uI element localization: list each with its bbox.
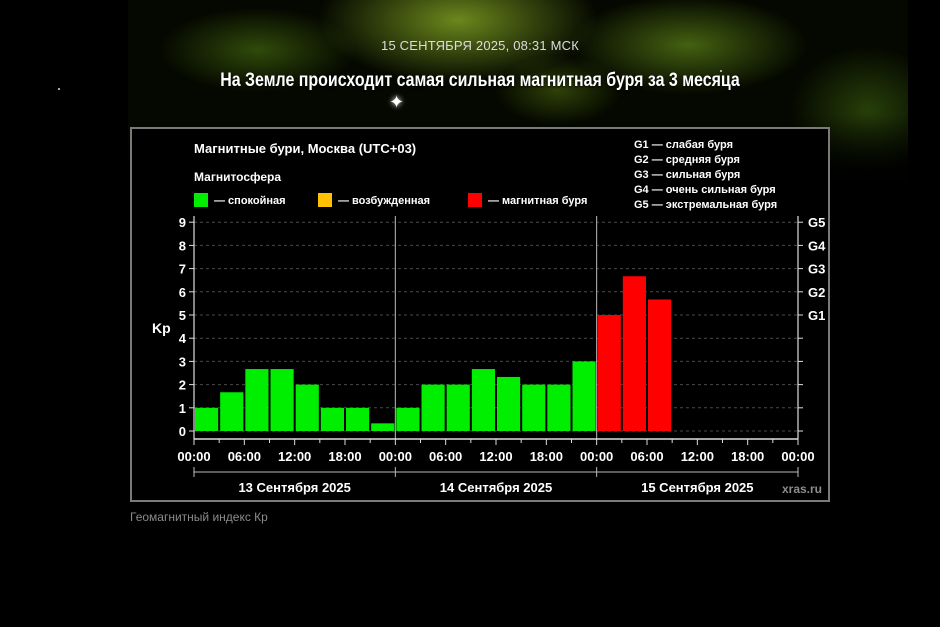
y-tick-label: 1: [179, 401, 186, 416]
g-scale-item: G2 — средняя буря: [634, 154, 740, 166]
day-label: 14 Сентября 2025: [440, 480, 552, 495]
g-scale-item: G3 — сильная буря: [634, 169, 740, 181]
x-tick-label: 06:00: [630, 449, 663, 464]
x-tick-label: 18:00: [328, 449, 361, 464]
g-axis-label: G3: [808, 262, 825, 277]
legend-title: Магнитосфера: [194, 170, 281, 184]
kp-bar: [421, 384, 445, 431]
x-tick-label: 06:00: [429, 449, 462, 464]
kp-bar: [446, 384, 470, 431]
y-tick-label: 6: [179, 285, 186, 300]
kp-bar: [295, 384, 319, 431]
x-tick-label: 00:00: [177, 449, 210, 464]
x-tick-label: 00:00: [781, 449, 814, 464]
g-scale-item: G1 — слабая буря: [634, 139, 733, 151]
kp-bar: [497, 376, 521, 431]
g-scale-item: G4 — очень сильная буря: [634, 184, 776, 196]
kp-bar: [547, 384, 571, 431]
article-headline: На Земле происходит самая сильная магнит…: [220, 70, 740, 91]
image-caption: Геомагнитный индекс Кр: [130, 510, 268, 524]
y-axis-label: Kp: [152, 320, 171, 336]
kp-bar: [622, 276, 646, 431]
g-axis-label: G4: [808, 238, 826, 253]
legend-swatch: [318, 193, 332, 207]
y-tick-label: 7: [179, 262, 186, 277]
legend-swatch: [194, 193, 208, 207]
legend-label: — возбужденная: [338, 195, 430, 207]
legend-label: — магнитная буря: [488, 195, 587, 207]
kp-bar: [270, 369, 294, 431]
day-label: 15 Сентября 2025: [641, 480, 753, 495]
legend-label: — спокойная: [214, 195, 286, 207]
kp-bar: [471, 369, 495, 431]
kp-chart-svg: Магнитные бури, Москва (UTC+03) Магнитос…: [152, 139, 826, 496]
g-scale-legend: G1 — слабая буря G2 — средняя буря G3 — си…: [634, 139, 777, 211]
kp-bar: [522, 384, 546, 431]
y-tick-label: 4: [179, 331, 187, 346]
x-tick-label: 18:00: [731, 449, 764, 464]
x-tick-label: 00:00: [379, 449, 412, 464]
x-tick-label: 18:00: [530, 449, 563, 464]
x-tick-label: 12:00: [479, 449, 512, 464]
star-sparkle-icon: ✦: [389, 92, 405, 113]
x-tick-label: 12:00: [681, 449, 714, 464]
x-tick-label: 06:00: [228, 449, 261, 464]
y-tick-label: 8: [179, 238, 186, 253]
plot-area: 0 1 2 3 4 5 6 7 8 9 G1 G2 G3 G4 G5 00:00 06:00 12:00 18:00…: [177, 215, 826, 495]
g-axis-label: G1: [808, 308, 825, 323]
legend: — спокойная — возбужденная — магнитная бур…: [194, 193, 587, 207]
g-scale-item: G5 — экстремальная буря: [634, 199, 777, 211]
kp-bar: [572, 361, 596, 431]
y-tick-label: 2: [179, 378, 186, 393]
kp-bar: [597, 315, 621, 431]
kp-bar: [320, 407, 344, 431]
chart-title: Магнитные бури, Москва (UTC+03): [194, 141, 416, 156]
y-tick-label: 9: [179, 215, 186, 230]
y-tick-label: 5: [179, 308, 186, 323]
watermark: xras.ru: [782, 482, 822, 496]
star-dot: [58, 88, 60, 90]
kp-bar: [245, 369, 269, 431]
kp-bar: [648, 299, 672, 431]
kp-bar: [195, 407, 219, 431]
day-label: 13 Сентября 2025: [238, 480, 350, 495]
g-axis-label: G5: [808, 215, 825, 230]
x-tick-label: 12:00: [278, 449, 311, 464]
g-axis-label: G2: [808, 285, 825, 300]
kp-bar: [346, 407, 370, 431]
y-tick-label: 3: [179, 354, 186, 369]
kp-bar: [371, 423, 395, 431]
kp-bar: [396, 407, 420, 431]
kp-bar: [220, 392, 244, 431]
legend-swatch: [468, 193, 482, 207]
y-tick-label: 0: [179, 424, 186, 439]
x-tick-label: 00:00: [580, 449, 613, 464]
kp-chart: Магнитные бури, Москва (UTC+03) Магнитос…: [130, 127, 830, 502]
article-timestamp: 15 СЕНТЯБРЯ 2025, 08:31 МСК: [381, 38, 579, 53]
